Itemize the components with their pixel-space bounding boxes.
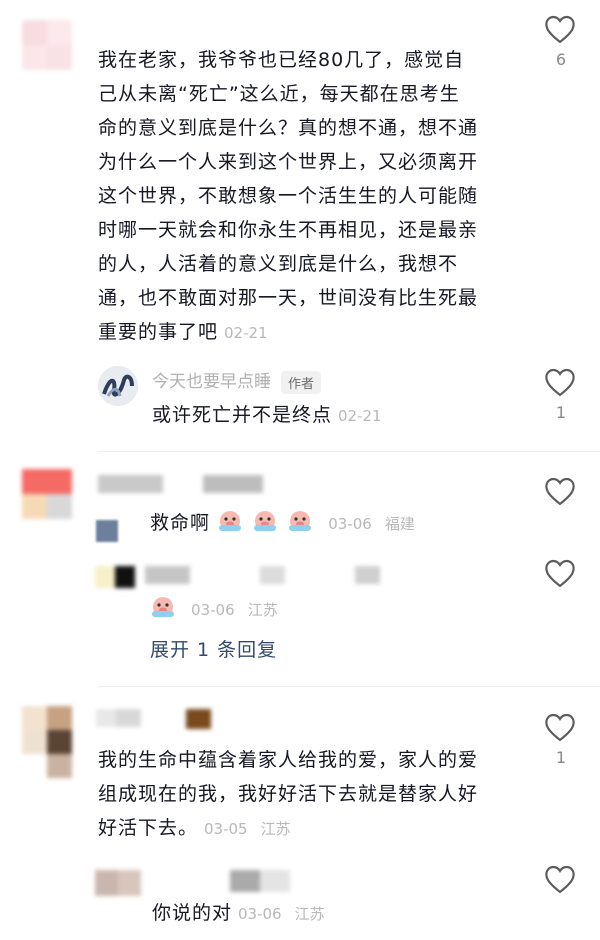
like-count: 1: [555, 748, 567, 767]
author-badge: 作者: [281, 371, 322, 394]
like-button[interactable]: [543, 558, 579, 592]
username[interactable]: [230, 870, 290, 892]
heart-icon: [545, 15, 575, 44]
like-button[interactable]: [543, 476, 579, 510]
comment-body: 我的生命中蕴含着家人给我的爱，家人的爱 组成现在的我，我好好活下去就是替家人好 …: [98, 743, 538, 846]
like-button[interactable]: [543, 864, 579, 898]
crying-pig-emoji: [289, 511, 312, 531]
crying-pig-emoji: [219, 511, 242, 531]
comment-time: 02-21: [224, 324, 268, 342]
comment-line: 为什么一个人来到这个世界上，又必须离开: [98, 151, 479, 173]
comment-line: 的人，人活着的意义到底是什么，我想不: [98, 253, 459, 275]
username[interactable]: [96, 709, 216, 729]
comment-time: 03-06: [328, 515, 372, 533]
comment-line: 这个世界，不敢想象一个活生生的人可能随: [98, 185, 479, 207]
reply-text: 或许死亡并不是终点: [152, 404, 333, 426]
like-count: 1: [555, 403, 567, 422]
crying-pig-emoji: [254, 511, 277, 531]
avatar[interactable]: [98, 366, 138, 406]
reply-time: 03-06: [238, 905, 282, 923]
comment-location: 江苏: [260, 820, 291, 838]
heart-icon: [545, 368, 575, 397]
comment-line: 好活下去。: [98, 817, 199, 839]
like-button[interactable]: [543, 712, 579, 746]
avatar-image: [98, 366, 138, 406]
heart-icon: [545, 713, 575, 742]
divider: [98, 686, 600, 687]
comment-line: 己从未离“死亡”这么近，每天都在思考生: [98, 83, 460, 105]
comment-line: 命的意义到底是什么？真的想不通，想不通: [98, 117, 479, 139]
avatar[interactable]: [22, 20, 72, 70]
comment-line: 通，也不敢面对那一天，世间没有比生死最: [98, 287, 479, 309]
crying-pig-emoji: [152, 597, 174, 617]
avatar[interactable]: [22, 469, 72, 519]
like-count: 6: [555, 50, 567, 69]
heart-icon: [545, 477, 575, 506]
username[interactable]: [145, 566, 380, 584]
reply-time: 02-21: [338, 407, 382, 425]
comment-text: 救命啊: [150, 512, 211, 534]
reply-location: 江苏: [294, 905, 325, 923]
comment-body: 我在老家，我爷爷也已经80几了，感觉自 己从未离“死亡”这么近，每天都在思考生 …: [98, 43, 538, 350]
reply-time: 03-06: [191, 601, 235, 619]
reply-location: 江苏: [247, 601, 278, 619]
comment-line: 时哪一天就会和你永生不再相见，还是最亲: [98, 219, 479, 241]
like-button[interactable]: [543, 14, 579, 48]
like-button[interactable]: [543, 367, 579, 401]
avatar[interactable]: [95, 870, 141, 896]
divider: [98, 451, 600, 452]
username[interactable]: 今天也要早点睡: [152, 372, 271, 392]
heart-icon: [545, 865, 575, 894]
comment-location: 福建: [384, 515, 415, 533]
avatar[interactable]: [22, 706, 72, 778]
comment-line: 我在老家，我爷爷也已经80几了，感觉自: [98, 49, 465, 71]
expand-replies-button[interactable]: 展开 1 条回复: [150, 635, 277, 662]
avatar[interactable]: [95, 566, 135, 588]
comment-line: 重要的事了吧: [98, 321, 219, 343]
comment-time: 03-05: [204, 820, 248, 838]
badge-image: [96, 520, 118, 542]
comment-line: 组成现在的我，我好好活下去就是替家人好: [98, 783, 479, 805]
comment-line: 我的生命中蕴含着家人给我的爱，家人的爱: [98, 749, 479, 771]
reply-text: 你说的对: [152, 902, 233, 924]
username[interactable]: [98, 475, 263, 493]
heart-icon: [545, 559, 575, 588]
